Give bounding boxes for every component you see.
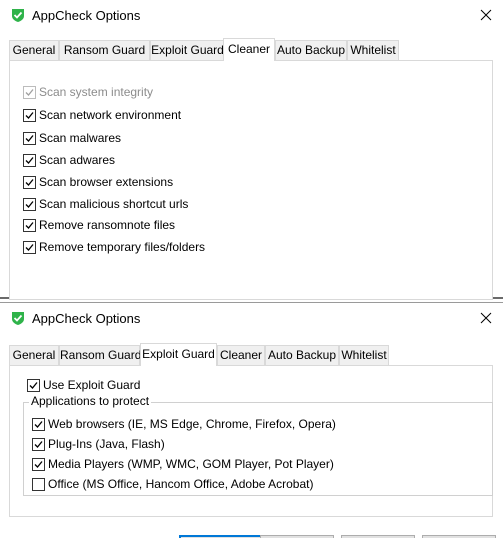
option-office[interactable]: Office (MS Office, Hancom Office, Adobe …: [32, 476, 313, 492]
checkmark-icon: [34, 460, 43, 468]
tab-whitelist[interactable]: Whitelist: [347, 40, 399, 60]
checkbox[interactable]: [23, 240, 36, 254]
checkmark-icon: [34, 420, 43, 428]
tab-exploit-guard[interactable]: Exploit Guard: [150, 40, 225, 60]
appcheck-shield-icon: [10, 310, 26, 326]
window-title: AppCheck Options: [32, 311, 141, 326]
tab-auto-backup[interactable]: Auto Backup: [275, 40, 347, 60]
option-label: Scan adwares: [39, 153, 116, 167]
checkmark-icon: [34, 440, 43, 448]
options-window-cleaner: AppCheck Options General Ransom Guard Ex…: [0, 0, 503, 300]
tab-cleaner[interactable]: Cleaner: [223, 38, 275, 61]
checkmark-icon: [25, 134, 34, 142]
option-remove-temporary-files[interactable]: Remove temporary files/folders: [23, 239, 205, 255]
appcheck-shield-icon: [10, 7, 26, 23]
group-title: Applications to protect: [29, 394, 152, 408]
checkbox[interactable]: [23, 108, 36, 122]
tab-bar: General Ransom Guard Exploit Guard Clean…: [9, 343, 389, 366]
checkbox[interactable]: [32, 417, 45, 431]
checkmark-icon: [25, 156, 34, 164]
checkbox[interactable]: [23, 153, 36, 167]
option-scan-adwares[interactable]: Scan adwares: [23, 152, 115, 168]
checkbox[interactable]: [23, 197, 36, 211]
option-media-players[interactable]: Media Players (WMP, WMC, GOM Player, Pot…: [32, 456, 334, 472]
checkbox[interactable]: [27, 378, 40, 392]
tab-ransom-guard[interactable]: Ransom Guard: [59, 40, 150, 60]
checkbox[interactable]: [23, 218, 36, 232]
checkbox[interactable]: [32, 477, 45, 491]
option-remove-ransomnote-files[interactable]: Remove ransomnote files: [23, 217, 175, 233]
option-scan-network-environment[interactable]: Scan network environment: [23, 107, 181, 123]
options-window-exploit-guard: AppCheck Options General Ransom Guard Ex…: [0, 302, 503, 538]
option-label: Scan malicious shortcut urls: [39, 197, 189, 211]
option-label: Remove temporary files/folders: [39, 240, 206, 254]
option-label: Scan browser extensions: [39, 175, 174, 189]
option-scan-malicious-shortcut-urls[interactable]: Scan malicious shortcut urls: [23, 196, 188, 212]
tab-auto-backup[interactable]: Auto Backup: [265, 345, 339, 365]
checkmark-icon: [25, 178, 34, 186]
checkbox[interactable]: [32, 457, 45, 471]
checkmark-icon: [25, 243, 34, 251]
tab-general[interactable]: General: [9, 345, 59, 365]
option-web-browsers[interactable]: Web browsers (IE, MS Edge, Chrome, Firef…: [32, 416, 336, 432]
tab-cleaner[interactable]: Cleaner: [217, 345, 265, 365]
close-icon: [480, 312, 492, 324]
option-label: Media Players (WMP, WMC, GOM Player, Pot…: [48, 457, 334, 471]
checkbox: [23, 85, 36, 99]
option-scan-system-integrity: Scan system integrity: [23, 84, 153, 100]
title-bar: AppCheck Options: [0, 0, 503, 30]
option-label: Plug-Ins (Java, Flash): [48, 437, 165, 451]
close-icon: [480, 9, 492, 21]
tab-general[interactable]: General: [9, 40, 59, 60]
title-bar: AppCheck Options: [0, 303, 503, 333]
checkmark-icon: [25, 111, 34, 119]
close-button[interactable]: [469, 303, 503, 333]
checkbox[interactable]: [23, 175, 36, 189]
window-title: AppCheck Options: [32, 8, 141, 23]
option-use-exploit-guard[interactable]: Use Exploit Guard: [27, 377, 140, 393]
tab-bar: General Ransom Guard Exploit Guard Clean…: [9, 38, 399, 61]
option-label: Scan network environment: [39, 108, 182, 122]
tab-whitelist[interactable]: Whitelist: [339, 345, 389, 365]
tab-ransom-guard[interactable]: Ransom Guard: [59, 345, 141, 365]
option-label: Use Exploit Guard: [43, 378, 141, 392]
checkmark-icon: [25, 88, 34, 96]
checkbox[interactable]: [32, 437, 45, 451]
close-button[interactable]: [469, 0, 503, 30]
option-scan-browser-extensions[interactable]: Scan browser extensions: [23, 174, 173, 190]
cleaner-panel: Scan system integrity Scan network envir…: [9, 60, 493, 300]
exploit-guard-panel: Use Exploit Guard Applications to protec…: [9, 365, 493, 517]
option-label: Scan malwares: [39, 131, 122, 145]
checkmark-icon: [25, 200, 34, 208]
tab-exploit-guard[interactable]: Exploit Guard: [140, 343, 217, 366]
option-plug-ins[interactable]: Plug-Ins (Java, Flash): [32, 436, 165, 452]
option-label: Office (MS Office, Hancom Office, Adobe …: [48, 477, 314, 491]
checkbox[interactable]: [23, 131, 36, 145]
checkmark-icon: [25, 221, 34, 229]
option-label: Scan system integrity: [39, 85, 154, 99]
checkmark-icon: [29, 381, 38, 389]
option-label: Web browsers (IE, MS Edge, Chrome, Firef…: [48, 417, 336, 431]
option-label: Remove ransomnote files: [39, 218, 176, 232]
option-scan-malwares[interactable]: Scan malwares: [23, 130, 121, 146]
